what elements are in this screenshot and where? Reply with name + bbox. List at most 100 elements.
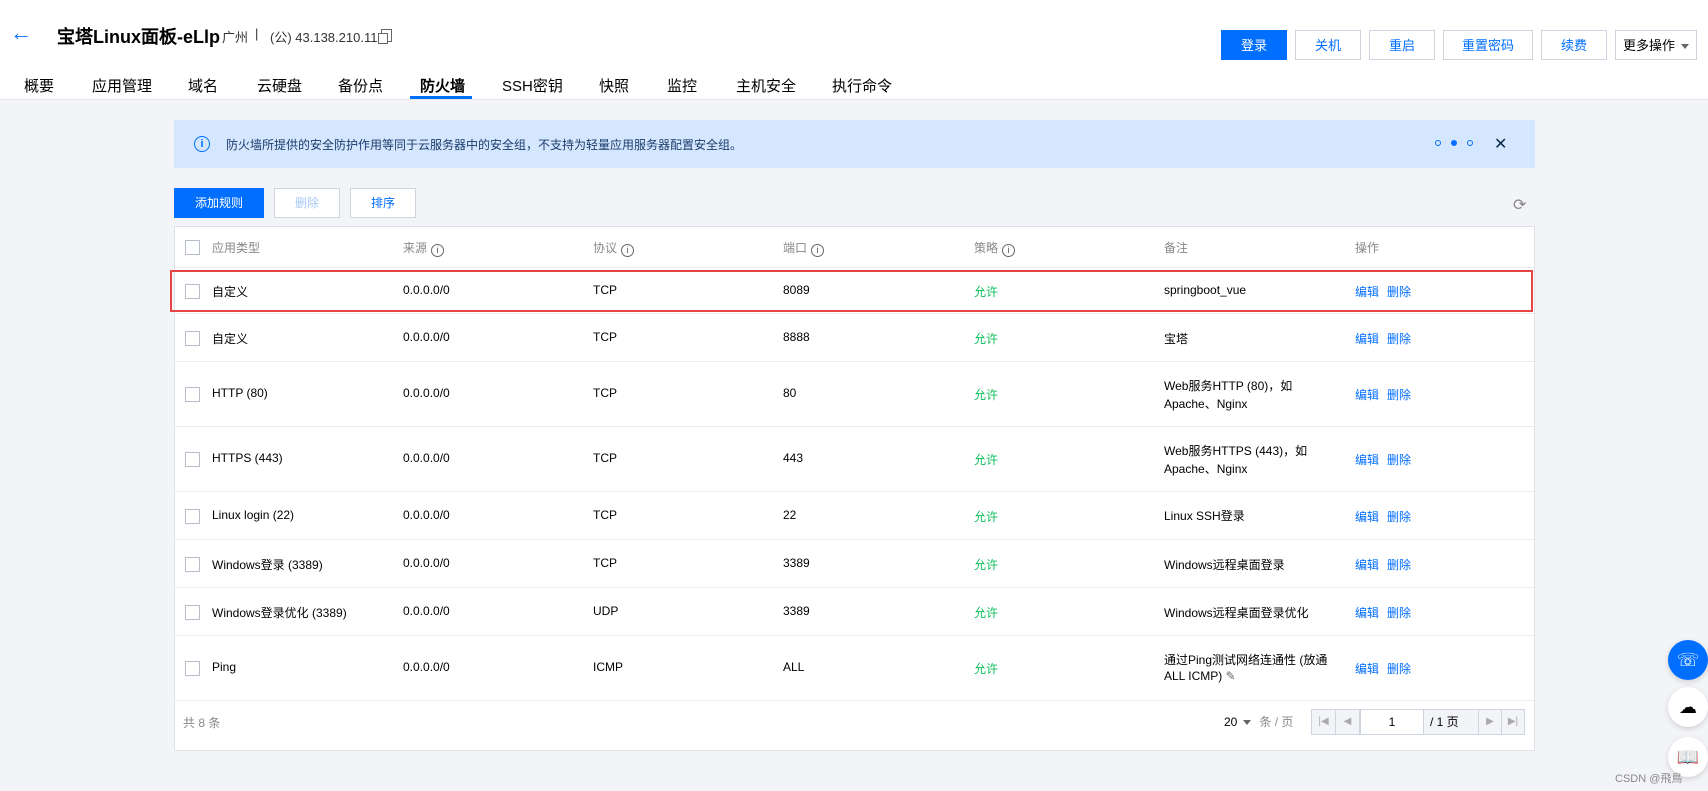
cell-remark: Windows远程桌面登录 bbox=[1164, 558, 1285, 572]
table-row: 自定义 0.0.0.0/0 TCP 8888 允许 宝塔 编辑 删除 bbox=[175, 313, 1534, 362]
info-icon: i bbox=[194, 136, 210, 152]
cell-type: HTTP (80) bbox=[212, 386, 268, 400]
cell-protocol: TCP bbox=[593, 556, 617, 570]
page-size-select[interactable]: 20 条 / 页 bbox=[1224, 713, 1293, 730]
cell-source: 0.0.0.0/0 bbox=[403, 556, 450, 570]
reset-password-button[interactable]: 重置密码 bbox=[1443, 30, 1533, 60]
refresh-icon[interactable]: ⟳ bbox=[1513, 195, 1526, 215]
info-icon[interactable]: i bbox=[621, 244, 635, 257]
cloud-icon[interactable]: ☁ bbox=[1668, 687, 1708, 727]
delete-button[interactable]: 删除 bbox=[274, 188, 340, 218]
customer-service-icon[interactable]: ☏ bbox=[1668, 640, 1708, 680]
renew-button[interactable]: 续费 bbox=[1541, 30, 1607, 60]
row-checkbox[interactable] bbox=[185, 661, 200, 676]
row-checkbox[interactable] bbox=[185, 452, 200, 467]
cell-remark: 通过Ping测试网络连通性 (放通 bbox=[1164, 653, 1328, 667]
delete-link[interactable]: 删除 bbox=[1387, 556, 1411, 573]
total-pages: / 1 页 bbox=[1430, 715, 1459, 729]
column-header-protocol: 协议 i bbox=[593, 239, 635, 257]
add-rule-button[interactable]: 添加规则 bbox=[174, 188, 264, 218]
tab-app-management[interactable]: 应用管理 bbox=[92, 75, 152, 96]
cell-policy: 允许 bbox=[974, 558, 999, 572]
cell-source: 0.0.0.0/0 bbox=[403, 386, 450, 400]
sort-button[interactable]: 排序 bbox=[350, 188, 416, 218]
delete-link[interactable]: 删除 bbox=[1387, 604, 1411, 621]
cell-protocol: UDP bbox=[593, 604, 619, 618]
row-checkbox[interactable] bbox=[185, 509, 200, 524]
delete-link[interactable]: 删除 bbox=[1387, 386, 1411, 403]
row-checkbox[interactable] bbox=[185, 331, 200, 346]
notice-text: 防火墙所提供的安全防护作用等同于云服务器中的安全组，不支持为轻量应用服务器配置安… bbox=[226, 138, 743, 152]
total-count: 共 8 条 bbox=[183, 716, 221, 730]
delete-link[interactable]: 删除 bbox=[1387, 451, 1411, 468]
first-page-icon[interactable]: |◀ bbox=[1312, 710, 1336, 734]
restart-button[interactable]: 重启 bbox=[1369, 30, 1435, 60]
pencil-icon[interactable]: ✎ bbox=[1226, 669, 1236, 683]
cell-port: 3389 bbox=[783, 556, 810, 570]
tab-ssh-keys[interactable]: SSH密钥 bbox=[502, 75, 563, 96]
row-checkbox[interactable] bbox=[185, 387, 200, 402]
cell-type: Windows登录 (3389) bbox=[212, 558, 323, 572]
cell-type: 自定义 bbox=[212, 332, 249, 346]
delete-link[interactable]: 删除 bbox=[1387, 508, 1411, 525]
cell-type: Ping bbox=[212, 660, 237, 674]
tab-firewall[interactable]: 防火墙 bbox=[420, 75, 465, 96]
info-icon[interactable]: i bbox=[1002, 244, 1016, 257]
row-checkbox[interactable] bbox=[185, 557, 200, 572]
edit-link[interactable]: 编辑 bbox=[1355, 386, 1379, 403]
info-icon[interactable]: i bbox=[811, 244, 825, 257]
table-footer-divider bbox=[175, 700, 1534, 701]
highlight-box bbox=[170, 270, 1533, 312]
back-arrow-icon[interactable]: ← bbox=[10, 22, 32, 44]
delete-link[interactable]: 删除 bbox=[1387, 660, 1411, 677]
tab-overview[interactable]: 概要 bbox=[24, 75, 54, 96]
cell-policy: 允许 bbox=[974, 453, 999, 467]
next-page-icon[interactable]: ▶ bbox=[1478, 710, 1502, 734]
tab-cloud-disk[interactable]: 云硬盘 bbox=[257, 75, 302, 96]
tab-monitor[interactable]: 监控 bbox=[667, 75, 697, 96]
page-number-input[interactable]: 1 bbox=[1360, 710, 1424, 734]
more-actions-button[interactable]: 更多操作 bbox=[1615, 30, 1697, 60]
select-all-checkbox[interactable] bbox=[185, 240, 200, 255]
edit-link[interactable]: 编辑 bbox=[1355, 556, 1379, 573]
carousel-dot-active[interactable] bbox=[1451, 140, 1457, 146]
ip-address: (公) 43.138.210.113 bbox=[270, 30, 385, 45]
edit-link[interactable]: 编辑 bbox=[1355, 604, 1379, 621]
tab-snapshot[interactable]: 快照 bbox=[599, 75, 629, 96]
edit-link[interactable]: 编辑 bbox=[1355, 330, 1379, 347]
table-row: Windows登录 (3389) 0.0.0.0/0 TCP 3389 允许 W… bbox=[175, 539, 1534, 588]
cell-remark-line2: Apache、Nginx bbox=[1164, 462, 1248, 476]
login-button[interactable]: 登录 bbox=[1221, 30, 1287, 60]
column-header-source: 来源 i bbox=[403, 239, 445, 257]
close-icon[interactable]: ✕ bbox=[1494, 134, 1507, 154]
column-header-remark: 备注 bbox=[1164, 241, 1189, 255]
delete-link[interactable]: 删除 bbox=[1387, 330, 1411, 347]
page-title: 宝塔Linux面板-eLlp bbox=[57, 27, 220, 47]
cell-port: 22 bbox=[783, 508, 797, 522]
last-page-icon[interactable]: ▶| bbox=[1501, 710, 1525, 734]
prev-page-icon[interactable]: ◀ bbox=[1336, 710, 1360, 734]
tab-domain[interactable]: 域名 bbox=[188, 75, 218, 96]
carousel-dot[interactable] bbox=[1435, 140, 1441, 146]
table-row: HTTP (80) 0.0.0.0/0 TCP 80 允许 Web服务HTTP … bbox=[175, 361, 1534, 427]
edit-link[interactable]: 编辑 bbox=[1355, 660, 1379, 677]
tab-execute-command[interactable]: 执行命令 bbox=[832, 75, 892, 96]
row-checkbox[interactable] bbox=[185, 605, 200, 620]
top-bar: ← 宝塔Linux面板-eLlp 广州 | (公) 43.138.210.113… bbox=[0, 0, 1708, 100]
carousel-dot[interactable] bbox=[1467, 140, 1473, 146]
column-header-protocol-label: 协议 bbox=[593, 241, 618, 255]
cell-policy: 允许 bbox=[974, 510, 999, 524]
tab-backup[interactable]: 备份点 bbox=[338, 75, 383, 96]
cell-remark-line2: Apache、Nginx bbox=[1164, 397, 1248, 411]
info-icon[interactable]: i bbox=[431, 244, 445, 257]
edit-link[interactable]: 编辑 bbox=[1355, 451, 1379, 468]
copy-icon[interactable] bbox=[378, 29, 392, 44]
column-header-policy-label: 策略 bbox=[974, 241, 999, 255]
cell-protocol: TCP bbox=[593, 451, 617, 465]
edit-link[interactable]: 编辑 bbox=[1355, 508, 1379, 525]
tab-host-security[interactable]: 主机安全 bbox=[736, 75, 796, 96]
cell-source: 0.0.0.0/0 bbox=[403, 330, 450, 344]
shutdown-button[interactable]: 关机 bbox=[1295, 30, 1361, 60]
watermark: CSDN @飛鳥 bbox=[1615, 773, 1683, 785]
header-separator: | bbox=[255, 26, 259, 41]
